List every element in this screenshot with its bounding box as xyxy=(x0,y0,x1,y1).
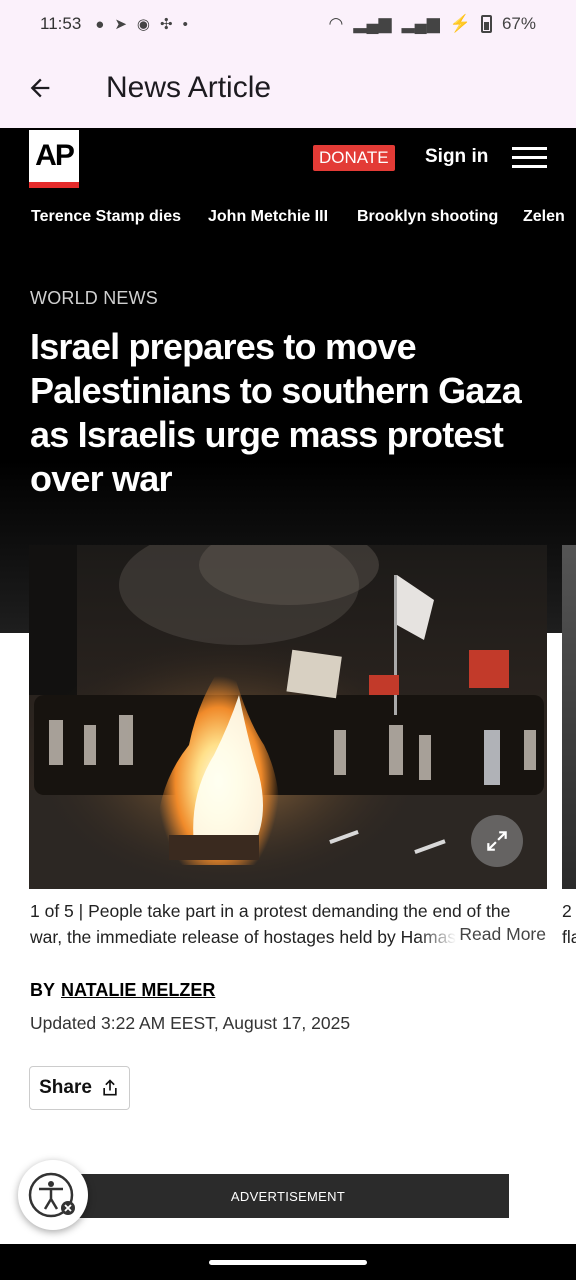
page-title: News Article xyxy=(106,71,272,104)
status-time: 11:53 xyxy=(40,14,82,33)
share-button[interactable]: Share xyxy=(29,1066,130,1110)
site-header: AP DONATE Sign in xyxy=(0,128,576,188)
author-link[interactable]: NATALIE MELZER xyxy=(61,980,215,1000)
signal-icon: ▂▄▆ xyxy=(401,14,440,33)
system-nav-bar xyxy=(0,1244,576,1280)
share-icon xyxy=(103,1079,117,1096)
expand-icon xyxy=(487,831,507,851)
telegram-icon: ➤ xyxy=(114,16,127,33)
next-caption-text: fla xyxy=(562,927,576,947)
status-bar: 11:53 ● ➤ ◉ ✣ • ◠ ▂▄▆ ▂▄▆ ⚡ 67% xyxy=(0,0,576,48)
trending-link[interactable]: Terence Stamp dies xyxy=(31,208,181,226)
next-caption-counter: 2 xyxy=(562,901,572,921)
trending-link[interactable]: John Metchie III xyxy=(208,208,328,226)
next-photo-preview[interactable] xyxy=(562,545,576,889)
charging-icon: ⚡ xyxy=(449,14,471,33)
expand-photo-button[interactable] xyxy=(471,815,523,867)
back-button[interactable] xyxy=(0,48,80,128)
discord-icon: ◉ xyxy=(136,16,151,33)
read-more-button[interactable]: Read More xyxy=(418,924,546,950)
notification-icons: ● ➤ ◉ ✣ • xyxy=(95,15,188,34)
accessibility-button[interactable] xyxy=(18,1160,88,1230)
arrow-back-icon xyxy=(30,78,50,98)
byline: BY NATALIE MELZER xyxy=(30,980,215,1001)
protest-photo-image xyxy=(29,545,547,889)
fan-icon: ✣ xyxy=(160,16,173,33)
chat-bubble-icon: ● xyxy=(95,15,105,33)
ap-logo[interactable]: AP xyxy=(29,130,79,188)
dot-icon: • xyxy=(182,15,188,33)
signal-icon: ▂▄▆ xyxy=(353,14,392,33)
advertisement-banner: ADVERTISEMENT xyxy=(67,1174,509,1218)
accessibility-icon xyxy=(28,1172,75,1218)
signin-link[interactable]: Sign in xyxy=(425,146,488,168)
battery-icon xyxy=(480,15,492,33)
donate-button[interactable]: DONATE xyxy=(313,145,395,171)
trending-bar: Terence Stamp dies John Metchie III Broo… xyxy=(0,188,576,248)
updated-timestamp: Updated 3:22 AM EEST, August 17, 2025 xyxy=(30,1013,351,1033)
home-gesture-handle[interactable] xyxy=(209,1260,367,1265)
section-label[interactable]: WORLD NEWS xyxy=(30,288,158,309)
byline-prefix: BY xyxy=(30,980,56,1000)
system-icons: ◠ ▂▄▆ ▂▄▆ ⚡ 67% xyxy=(329,14,536,34)
trending-link[interactable]: Zelen xyxy=(523,208,565,226)
article-photo[interactable] xyxy=(29,545,547,889)
caption-counter: 1 of 5 | xyxy=(30,901,84,921)
wifi-icon: ◠ xyxy=(328,14,344,33)
article-headline: Israel prepares to move Palestinians to … xyxy=(30,326,522,499)
app-bar: News Article xyxy=(0,48,576,128)
share-label: Share xyxy=(39,1077,92,1098)
next-caption-fragment: 2 fla xyxy=(562,898,576,950)
hamburger-menu-icon[interactable] xyxy=(512,147,547,169)
trending-link[interactable]: Brooklyn shooting xyxy=(357,208,498,226)
battery-percent: 67% xyxy=(501,14,536,33)
